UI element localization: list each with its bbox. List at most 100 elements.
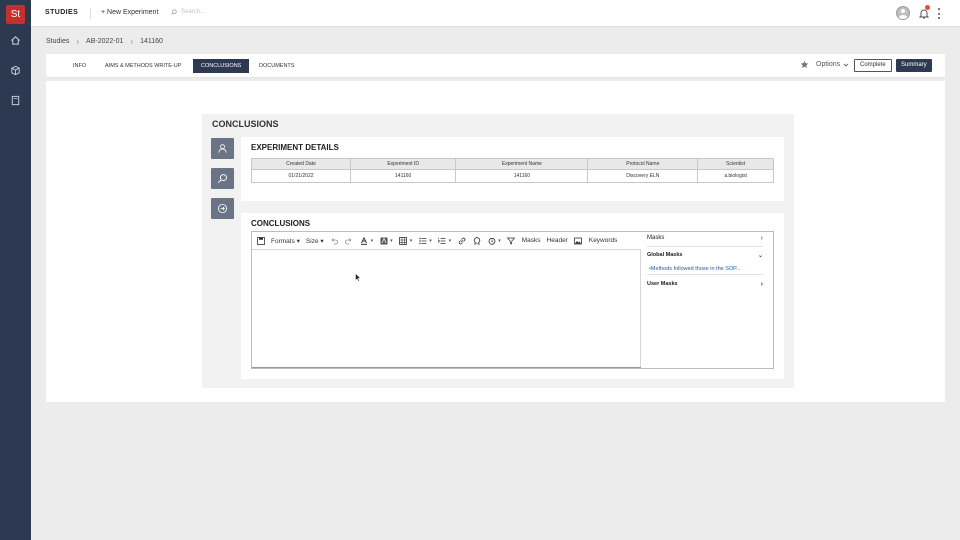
chevron-down-icon[interactable]: ▾ (449, 238, 452, 244)
top-bar: STUDIES + New Experiment Search... (31, 0, 960, 27)
chevron-down-icon[interactable]: ▾ (390, 238, 393, 244)
search-input[interactable]: Search... (171, 9, 205, 15)
save-icon[interactable] (256, 236, 265, 245)
chevron-down-icon: ⌄ (757, 253, 763, 259)
highlight-color-icon[interactable] (379, 236, 388, 245)
column-header: Experiment ID (350, 158, 457, 170)
more-menu-icon[interactable] (937, 8, 941, 19)
divider (647, 246, 763, 247)
table-cell: a.biologist (697, 169, 774, 183)
options-label: Options (816, 61, 841, 68)
notebook-icon[interactable] (9, 94, 22, 107)
navigate-button[interactable] (211, 198, 234, 219)
column-header: Created Date (250, 158, 352, 170)
user-masks-toggle[interactable]: User Masks › (647, 281, 763, 288)
new-experiment-button[interactable]: + New Experiment (101, 9, 158, 16)
keywords-button[interactable]: Keywords (589, 237, 618, 244)
experiment-details-table: Created Date Experiment ID Experiment Na… (250, 158, 774, 183)
search-placeholder: Search... (181, 9, 206, 15)
summary-button[interactable]: Summary (896, 59, 932, 72)
size-label: Size (305, 237, 319, 245)
star-icon[interactable] (800, 60, 809, 69)
bullet-list-icon[interactable] (418, 236, 427, 245)
chevron-right-icon: › (760, 235, 763, 242)
experiment-details-title: EXPERIMENT DETAILS (251, 143, 339, 152)
rich-text-editor: Formats ▾ Size ▾ ▾ ▾ ▾ ▾ ▾ ▾ Masks Heade… (251, 231, 774, 369)
column-header: Protocol Name (587, 158, 699, 170)
masks-button[interactable]: Masks (522, 237, 541, 244)
cube-icon[interactable] (9, 64, 22, 77)
table-header-row: Created Date Experiment ID Experiment Na… (250, 158, 774, 170)
user-button[interactable] (211, 138, 234, 159)
tab-info[interactable]: INFO (65, 59, 94, 73)
redo-icon[interactable] (345, 236, 354, 245)
column-header: Scientist (697, 158, 774, 170)
mouse-cursor-icon (355, 273, 361, 282)
editor-toolbar: Formats ▾ Size ▾ ▾ ▾ ▾ ▾ ▾ ▾ Masks Heade… (252, 232, 641, 250)
clock-icon[interactable] (487, 236, 496, 245)
experiment-details-card: EXPERIMENT DETAILS Created Date Experime… (241, 137, 784, 201)
divider (90, 8, 91, 19)
user-masks-label: User Masks (647, 281, 678, 287)
avatar[interactable] (896, 6, 910, 20)
column-header: Experiment Name (455, 158, 589, 170)
breadcrumb: Studies › AB-2022-01 › 141160 (46, 37, 163, 46)
options-dropdown[interactable]: Options (800, 60, 849, 69)
user-icon (218, 144, 227, 153)
panel-title: CONCLUSIONS (212, 119, 279, 129)
chevron-down-icon[interactable]: ▾ (410, 238, 413, 244)
numbered-list-icon[interactable] (438, 236, 447, 245)
tab-conclusions[interactable]: CONCLUSIONS (193, 59, 250, 73)
conclusions-text-area[interactable] (252, 250, 641, 368)
tabs-bar: INFO AIMS & METHODS WRITE-UP CONCLUSIONS… (46, 54, 945, 78)
omega-icon[interactable] (472, 236, 481, 245)
link-icon[interactable] (457, 236, 466, 245)
breadcrumb-study[interactable]: AB-2022-01 (86, 38, 123, 45)
breadcrumb-experiment: 141160 (140, 38, 163, 45)
global-mask-item[interactable]: •Methods followed those in the SOP... (649, 266, 741, 272)
left-rail: St (0, 0, 31, 540)
app-title[interactable]: STUDIES (45, 9, 78, 16)
tab-documents[interactable]: DOCUMENTS (251, 59, 302, 73)
chevron-down-icon[interactable]: ▾ (498, 238, 501, 244)
masks-panel: Masks › Global Masks ⌄ •Methods followed… (642, 232, 773, 368)
chevron-down-icon[interactable]: ▾ (429, 238, 432, 244)
search-button[interactable] (211, 168, 234, 189)
search-icon (218, 174, 227, 183)
image-icon[interactable] (574, 236, 583, 245)
masks-header[interactable]: Masks › (647, 235, 763, 242)
table-cell: 01/21/2022 (250, 169, 352, 183)
conclusions-title: CONCLUSIONS (251, 219, 311, 228)
table-icon[interactable] (399, 236, 408, 245)
notification-badge (925, 5, 930, 10)
chevron-right-icon: › (130, 37, 134, 46)
table-cell: Discovery ELN (587, 169, 699, 183)
divider (647, 274, 763, 275)
complete-button[interactable]: Complete (854, 59, 892, 72)
app-logo[interactable]: St (6, 5, 25, 24)
filter-icon[interactable] (507, 236, 516, 245)
conclusions-card: CONCLUSIONS Formats ▾ Size ▾ ▾ ▾ ▾ ▾ ▾ ▾… (241, 213, 784, 379)
chevron-down-icon (843, 63, 849, 67)
chevron-down-icon[interactable]: ▾ (371, 238, 374, 244)
home-icon[interactable] (9, 34, 22, 47)
search-icon (171, 9, 177, 15)
table-row: 01/21/2022 141160 141160 Discovery ELN a… (250, 169, 774, 183)
tab-aims-methods[interactable]: AIMS & METHODS WRITE-UP (97, 59, 189, 73)
table-cell: 141160 (455, 169, 589, 183)
undo-icon[interactable] (330, 236, 339, 245)
formats-label: Formats (271, 237, 295, 245)
text-color-icon[interactable] (360, 236, 369, 245)
header-button[interactable]: Header (547, 237, 568, 244)
table-cell: 141160 (350, 169, 457, 183)
breadcrumb-studies[interactable]: Studies (46, 38, 69, 45)
global-masks-toggle[interactable]: Global Masks ⌄ (647, 252, 763, 259)
formats-dropdown[interactable]: Formats ▾ (271, 237, 300, 245)
masks-title: Masks (647, 235, 665, 241)
conclusions-panel: CONCLUSIONS EXPERIMENT DETAILS Created D… (202, 114, 794, 388)
chevron-right-icon: › (760, 281, 763, 288)
chevron-right-icon: › (76, 37, 80, 46)
global-masks-label: Global Masks (647, 252, 683, 258)
arrow-right-circle-icon (217, 203, 228, 214)
size-dropdown[interactable]: Size ▾ (306, 237, 324, 245)
